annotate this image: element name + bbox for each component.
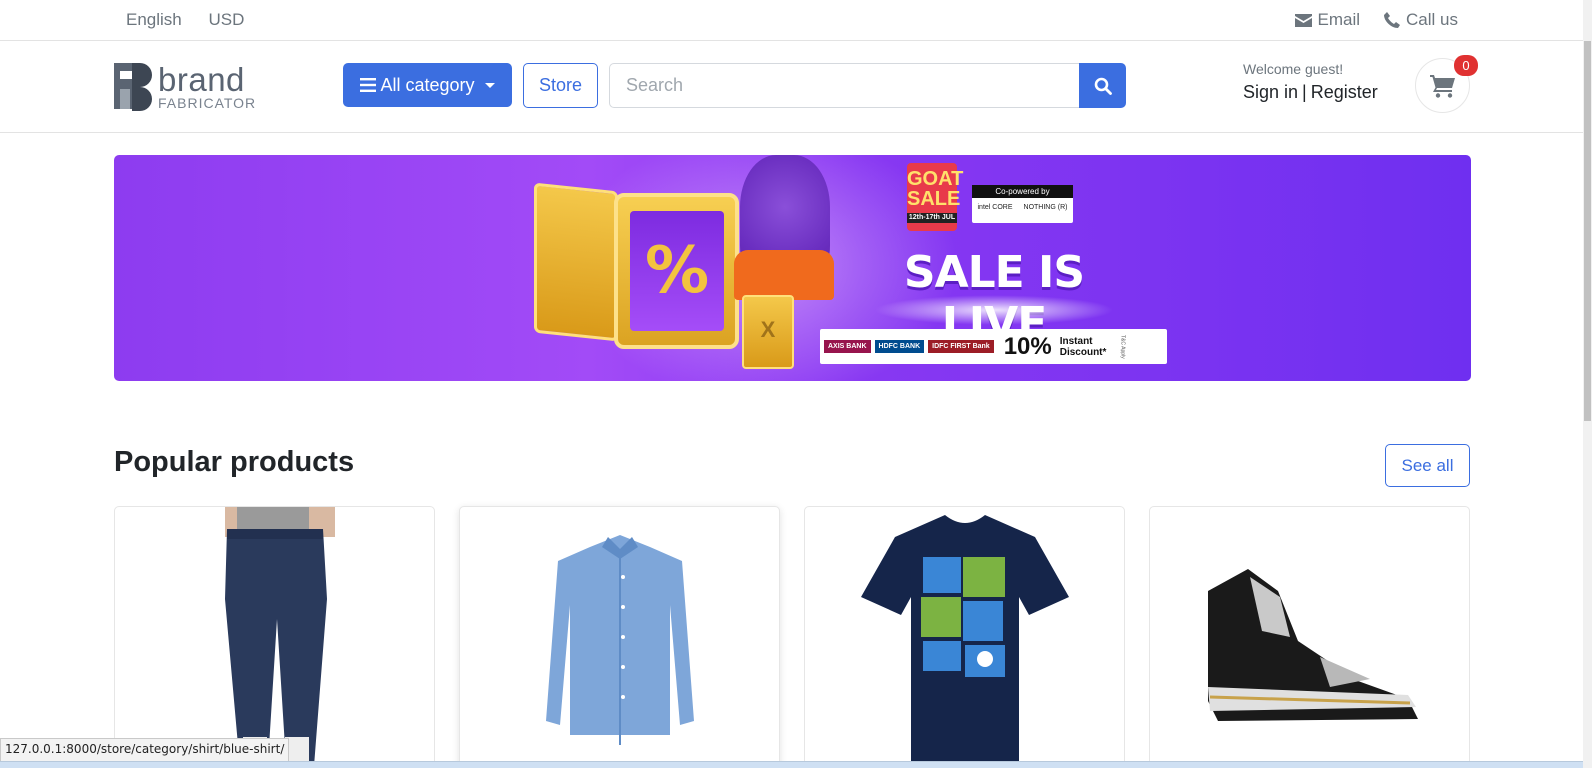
popular-products-heading: Popular products [114,446,355,478]
call-label: Call us [1406,10,1458,29]
product-card-jeans[interactable] [114,506,435,768]
currency-selector[interactable]: USD [209,10,245,29]
goat-jacket-graphic [734,250,834,300]
cart-count-badge: 0 [1454,55,1478,76]
logo-mark-icon [114,63,152,111]
header: brand FABRICATOR All category Store Sear… [0,41,1592,133]
discount-text: Instant Discount* [1059,335,1107,358]
goat-sale-text: GOAT SALE [907,168,964,210]
promo-banner[interactable]: % X GOAT SALE 12th-17th JUL Co-powered b… [114,155,1471,381]
store-button[interactable]: Store [523,63,598,108]
percent-symbol: % [630,211,724,331]
jeans-image [225,507,335,768]
safe-door-graphic [534,182,618,342]
partner-nothing: NOTHING (R) [1023,204,1068,211]
logo-subtitle: FABRICATOR [158,94,257,111]
co-powered-label: Co-powered by [972,185,1073,198]
partner-logos: intel CORE NOTHING (R) [972,198,1073,211]
contact-group: Email Call us [1294,10,1458,30]
status-bar-url: 127.0.0.1:8000/store/category/shirt/blue… [0,738,290,762]
search-form: Search [609,63,1126,108]
discount-value: 10% [1003,332,1052,360]
caret-down-icon [484,82,495,88]
top-bar: English USD Email Call us [0,0,1592,41]
menu-icon [360,78,377,92]
os-taskbar [0,761,1592,768]
email-link[interactable]: Email [1294,10,1361,30]
see-all-button[interactable]: See all [1385,444,1470,487]
phone-icon [1384,12,1401,28]
auth-links: Sign in | Register [1243,82,1378,103]
welcome-text: Welcome guest! [1243,61,1344,77]
scrollbar-thumb[interactable] [1584,41,1591,421]
gift-box-graphic: X [742,295,794,369]
product-card-sneaker[interactable] [1149,506,1470,768]
register-link[interactable]: Register [1311,82,1378,102]
bank-hdfc: HDFC BANK [874,340,925,353]
product-card-graphic-tshirt[interactable] [804,506,1125,768]
search-button[interactable] [1079,63,1126,108]
bank-idfc: IDFC FIRST Bank [928,340,994,353]
goat-sale-dates: 12th-17th JUL [907,213,957,223]
search-icon [1094,77,1112,95]
page-scrollbar[interactable] [1583,0,1592,768]
account-area: Welcome guest! Sign in | Register [1243,61,1378,103]
goat-sale-badge: GOAT SALE 12th-17th JUL [907,163,963,231]
language-selector[interactable]: English [126,10,182,29]
logo-text: brand FABRICATOR [158,63,256,110]
terms-text: T&C Apply [1119,334,1126,359]
partner-intel: intel CORE [977,204,1013,211]
page: English USD Email Call us brand FABRICAT… [0,0,1592,768]
bank-offer-strip: AXIS BANK HDFC BANK IDFC FIRST Bank 10% … [820,329,1167,364]
sneaker-image [1208,569,1418,721]
all-category-button[interactable]: All category [343,63,512,107]
all-category-label: All category [380,74,475,95]
call-link[interactable]: Call us [1384,10,1458,30]
safe-graphic: % [614,193,739,349]
bank-axis: AXIS BANK [824,340,871,353]
graphic-tshirt-image [861,515,1069,767]
shopping-cart-icon [1429,74,1455,98]
locale-group: English USD [126,10,266,30]
headline-shine [874,295,1114,325]
product-grid [114,506,1470,768]
co-powered-badge: Co-powered by intel CORE NOTHING (R) [972,185,1073,223]
auth-separator: | [1302,82,1307,102]
cart-button[interactable]: 0 [1415,55,1478,113]
logo-word: brand [158,60,245,98]
search-input[interactable]: Search [609,63,1079,108]
envelope-icon [1294,13,1312,27]
product-card-blue-shirt[interactable] [459,506,780,768]
sign-in-link[interactable]: Sign in [1243,82,1298,102]
blue-shirt-image [546,535,694,745]
brand-logo[interactable]: brand FABRICATOR [114,61,256,111]
box-mark: X [760,317,776,342]
email-label: Email [1317,10,1361,29]
